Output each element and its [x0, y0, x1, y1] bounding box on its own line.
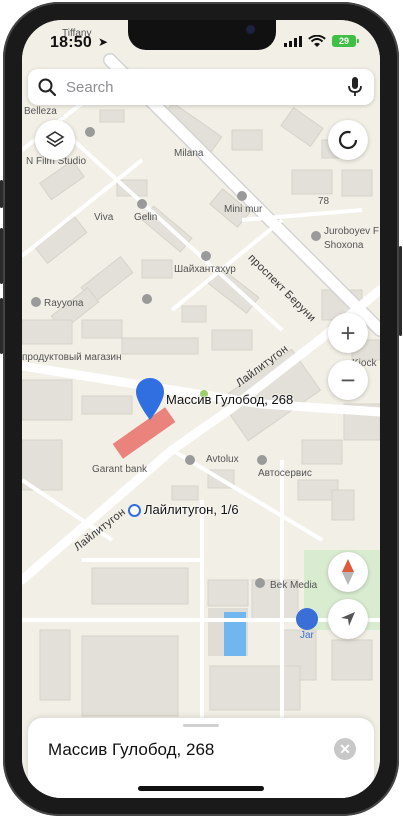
poi-label[interactable]: Shoxona [324, 240, 363, 251]
map-canvas[interactable] [22, 20, 380, 798]
navigation-arrow-icon [341, 612, 355, 626]
poi-label[interactable]: Viva [94, 212, 113, 223]
front-camera [246, 25, 255, 34]
map-pin-icon[interactable] [136, 378, 164, 420]
compass-dial-icon [338, 130, 358, 150]
poi-label[interactable]: Шайхантахур [174, 264, 236, 275]
notch [128, 20, 276, 50]
poi-label[interactable]: Mini mur [224, 204, 262, 215]
microphone-icon[interactable] [348, 77, 362, 97]
poi-label[interactable]: Milana [174, 148, 203, 159]
house-number: 78 [318, 196, 330, 207]
search-bar[interactable]: Search [28, 69, 374, 105]
zoom-in-button[interactable]: + [328, 313, 368, 353]
place-title: Массив Гулобод, 268 [48, 740, 215, 759]
locate-me-button[interactable] [328, 599, 368, 639]
search-input[interactable]: Search [66, 79, 114, 96]
mute-switch [0, 180, 3, 208]
search-icon [38, 78, 56, 96]
volume-up-button [0, 228, 3, 284]
compass-dial-button[interactable] [328, 120, 368, 160]
wifi-icon [308, 35, 326, 47]
battery-level: 29 [332, 35, 356, 47]
zoom-out-button[interactable]: − [328, 360, 368, 400]
home-indicator[interactable] [138, 786, 264, 791]
address-ring-icon[interactable] [128, 504, 141, 517]
poi-label[interactable]: Garant bank [92, 464, 147, 475]
poi-label[interactable]: Rayyona [44, 298, 83, 309]
poi-label[interactable]: Juroboyev F [324, 226, 379, 237]
swimming-pool-icon[interactable] [296, 608, 318, 630]
screen: проспект Беруни Лайлитугон Лайлитугон Ti… [22, 20, 380, 798]
north-compass-icon [342, 559, 354, 585]
close-button[interactable]: ✕ [334, 738, 356, 760]
poi-label[interactable]: Avtolux [206, 454, 239, 465]
selected-pin-label: Массив Гулобод, 268 [166, 392, 294, 407]
poi-label[interactable]: Автосервис [258, 468, 312, 479]
north-compass-button[interactable] [328, 552, 368, 592]
poi-label[interactable]: Belleza [24, 106, 57, 117]
status-time: 18:50 [50, 34, 92, 51]
location-arrow-icon: ➤ [98, 35, 109, 49]
layers-icon [45, 131, 65, 147]
map-base [22, 20, 380, 798]
layers-button[interactable] [35, 120, 75, 160]
poi-label[interactable]: продуктовый магазин [22, 352, 122, 363]
battery-tip [357, 39, 359, 43]
cellular-signal-icon [284, 36, 302, 47]
sheet-handle[interactable] [183, 724, 219, 727]
poi-label[interactable]: Gelin [134, 212, 157, 223]
address-marker-label: Лайлитугон, 1/6 [144, 502, 239, 517]
poi-label[interactable]: Jar [300, 630, 314, 641]
volume-down-button [0, 298, 3, 354]
power-button [399, 246, 402, 336]
poi-label[interactable]: Bek Media [270, 580, 317, 591]
